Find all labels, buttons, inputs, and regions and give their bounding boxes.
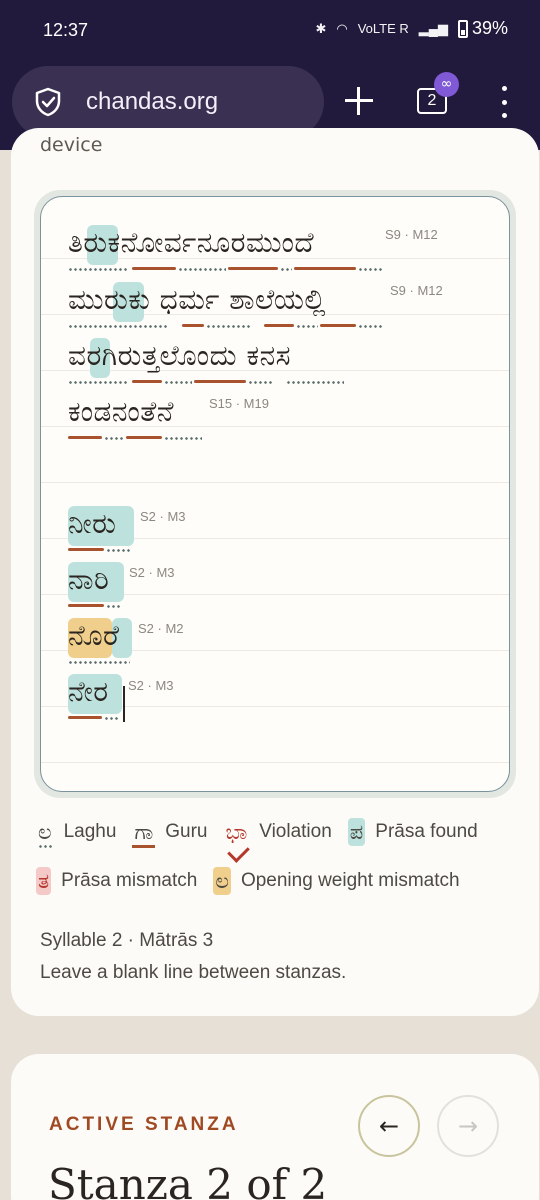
guru-mark: [228, 267, 278, 270]
new-tab-button[interactable]: [343, 85, 375, 117]
legend-opening-mismatch: ಲ Opening weight mismatch: [213, 867, 460, 895]
poem-line: ನೊರೆ: [68, 614, 134, 664]
poem-line: ನೀರು: [68, 502, 138, 552]
legend-row-2: ತ Prāsa mismatch ಲ Opening weight mismat…: [36, 867, 516, 895]
syllable-info: Syllable 2 · Mātrās 3: [40, 930, 214, 951]
line-text: ಕಂಡನಂತೆನೆ: [68, 395, 174, 428]
next-stanza-button[interactable]: →: [437, 1095, 499, 1157]
active-stanza-eyebrow: ACTIVE STANZA: [49, 1114, 239, 1135]
laghu-mark: [296, 325, 318, 328]
legend-label: Laghu: [63, 821, 117, 842]
guru-mark: [68, 548, 104, 551]
line-text: ನೊರೆ: [68, 619, 120, 652]
guru-mark: [132, 267, 176, 270]
poem-line: ನೇರ: [68, 670, 124, 720]
laghu-mark: [280, 268, 292, 271]
laghu-mark: [68, 661, 130, 664]
stanza-hint: Leave a blank line between stanzas.: [40, 962, 347, 983]
laghu-mark: [286, 381, 344, 384]
line-meta: S2 · M2: [138, 621, 184, 636]
laghu-mark: [164, 381, 192, 384]
legend-laghu: ಲ Laghu: [36, 818, 117, 848]
status-time: 12:37: [43, 20, 89, 40]
line-meta: S9 · M12: [390, 283, 443, 298]
guru-mark: [68, 436, 102, 439]
guru-mark: [294, 267, 356, 270]
line-text: ಮುರುಕು ಧರ್ಮ ಶಾಲೆಯಲ್ಲಿ: [68, 283, 327, 316]
line-meta: S2 · M3: [129, 565, 175, 580]
line-marks: [68, 614, 468, 664]
line-text: ವರಗಿರುತ್ತಲೊಂದು ಕನಸ: [68, 339, 292, 372]
guru-mark: [68, 604, 104, 607]
legend-label: Guru: [165, 821, 208, 842]
laghu-mark: [358, 325, 382, 328]
guru-mark: [320, 324, 356, 327]
guru-mark: [126, 436, 162, 439]
opening-mismatch-symbol: ಲ: [213, 867, 231, 895]
signal-icon: ▂▄▆: [418, 20, 448, 36]
line-meta: S9 · M12: [385, 227, 438, 242]
guru-mark: [182, 324, 204, 327]
poem-line: ಕಂಡನಂತೆನೆ: [68, 390, 228, 440]
legend-prasa-mismatch: ತ Prāsa mismatch: [36, 867, 197, 895]
guru-mark: [132, 380, 162, 383]
line-text: ನಾರಿ: [68, 563, 110, 596]
cut-off-text: device: [40, 134, 103, 156]
legend-label: Opening weight mismatch: [240, 870, 460, 891]
laghu-mark: [178, 268, 226, 271]
laghu-mark: [358, 268, 382, 271]
line-meta: S15 · M19: [209, 396, 269, 411]
line-marks: [68, 558, 468, 608]
status-icons: ✱ ◠ VoLTE R ▂▄▆ 39%: [315, 18, 508, 39]
laghu-mark: [104, 717, 120, 720]
line-text: ತಿರುಕನೋರ್ವನೂರಮುಂದೆ: [68, 226, 315, 259]
previous-stanza-button[interactable]: ←: [358, 1095, 420, 1157]
url-text: chandas.org: [86, 88, 219, 115]
poem-line: ಮುರುಕು ಧರ್ಮ ಶಾಲೆಯಲ್ಲಿ: [68, 278, 388, 328]
text-cursor: [123, 686, 125, 722]
laghu-mark: [68, 381, 128, 384]
bluetooth-icon: ✱: [315, 20, 327, 36]
laghu-mark: [106, 549, 130, 552]
poem-line: ನಾರಿ: [68, 558, 128, 608]
line-text: ನೀರು: [68, 507, 117, 540]
legend-label: Prāsa found: [375, 821, 478, 842]
legend-prasa-found: ಪ Prāsa found: [347, 818, 478, 846]
prasa-mismatch-symbol: ತ: [36, 867, 52, 895]
incognito-badge-icon: ∞: [434, 72, 459, 97]
guru-symbol: ಗಾ: [132, 820, 156, 848]
overflow-menu-icon[interactable]: [496, 86, 512, 118]
network-label: VoLTE R: [357, 21, 409, 36]
legend-row-1: ಲ Laghu ಗಾ Guru ಭಾ Violation ಪ Prāsa fou…: [36, 818, 516, 848]
guru-mark: [194, 380, 246, 383]
line-text: ನೇರ: [68, 675, 109, 708]
line-marks: [68, 502, 468, 552]
legend-violation: ಭಾ Violation: [223, 818, 331, 846]
battery-icon: [457, 19, 468, 38]
laghu-mark: [206, 325, 252, 328]
laghu-mark: [106, 605, 120, 608]
battery-level: 39%: [471, 18, 508, 38]
wifi-icon: ◠: [336, 20, 348, 36]
laghu-symbol: ಲ: [37, 820, 52, 848]
poem-line: ವರಗಿರುತ್ತಲೊಂದು ಕನಸ: [68, 334, 388, 384]
legend-guru: ಗಾ Guru: [132, 818, 208, 848]
battery-indicator: 39%: [457, 18, 508, 39]
line-meta: S2 · M3: [128, 678, 174, 693]
laghu-mark: [104, 437, 124, 440]
legend-label: Prāsa mismatch: [61, 870, 198, 891]
guru-mark: [68, 716, 102, 719]
shield-icon: [35, 87, 61, 117]
laghu-mark: [248, 381, 274, 384]
prasa-found-symbol: ಪ: [347, 818, 366, 846]
stanza-title: Stanza 2 of 2: [48, 1160, 328, 1200]
poem-line: ತಿರುಕನೋರ್ವನೂರಮುಂದೆ: [68, 221, 388, 271]
guru-mark: [264, 324, 294, 327]
violation-symbol: ಭಾ: [225, 820, 248, 844]
legend-label: Violation: [259, 821, 332, 842]
laghu-mark: [68, 268, 128, 271]
laghu-mark: [68, 325, 168, 328]
laghu-mark: [164, 437, 202, 440]
line-meta: S2 · M3: [140, 509, 186, 524]
